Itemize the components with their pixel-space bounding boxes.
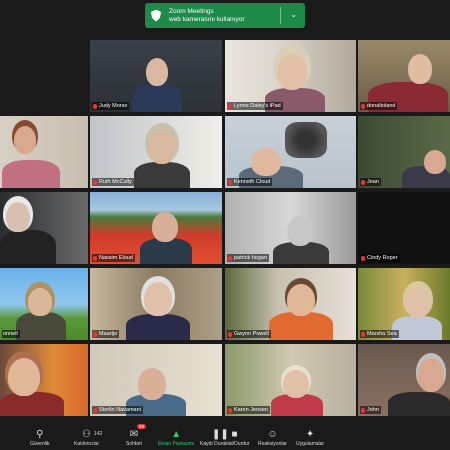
- participant-name: Cindy Roper: [367, 255, 398, 261]
- participant-name: donaltoland: [367, 103, 396, 109]
- video-tile[interactable]: Sterlin Navamani: [90, 344, 222, 416]
- video-tile[interactable]: Marsha Sea: [358, 268, 450, 340]
- participant-name: Karen Jensen: [234, 407, 268, 413]
- meeting-toolbar: ⚲ Güvenlik ⚇ Katılımcılar 142 ✉ Sohbet 9…: [0, 420, 450, 450]
- participant-name: Marsha Sea: [367, 331, 397, 337]
- participant-name: Gwynn Powell: [234, 331, 269, 337]
- reactions-button[interactable]: ☺ Reaksiyonlar: [258, 420, 287, 450]
- chat-unread-badge: 99: [137, 424, 147, 429]
- participant-name: patrick hogan: [234, 255, 268, 261]
- camera-usage-banner[interactable]: Zoom Meetings web kamerasını kullanıyor …: [145, 3, 305, 28]
- video-tile[interactable]: patrick hogan: [225, 192, 356, 264]
- video-tile[interactable]: Cindy Roper: [358, 192, 450, 264]
- participant-name: Judy Morse: [99, 103, 128, 109]
- record-button[interactable]: ❚❚ ■ Kaydı Duraklat/Durdur: [200, 420, 249, 450]
- video-tile[interactable]: onnell: [0, 268, 88, 340]
- participant-name: John: [367, 407, 379, 413]
- participant-name: onnell: [3, 331, 18, 337]
- chat-bubble-icon: ✉: [129, 429, 139, 440]
- video-tile[interactable]: Nassim Eloud: [90, 192, 222, 264]
- chevron-down-icon[interactable]: ⌄: [290, 10, 297, 19]
- people-icon: ⚇: [82, 429, 91, 440]
- video-grid: Judy Morse Lynne Daley's iPad donaltolan…: [0, 40, 450, 420]
- participant-name: Ruth McCully: [99, 179, 132, 185]
- video-tile[interactable]: donaltoland: [358, 40, 450, 112]
- video-tile[interactable]: Maartje: [90, 268, 222, 340]
- security-label: Güvenlik: [30, 441, 50, 447]
- apps-label: Uygulamalar: [296, 441, 325, 447]
- banner-app-name: Zoom Meetings: [169, 7, 214, 15]
- record-label: Kaydı Duraklat/Durdur: [200, 441, 250, 447]
- video-tile[interactable]: [0, 116, 88, 188]
- participants-label: Katılımcılar: [74, 441, 100, 447]
- chat-label: Sohbet: [126, 441, 142, 447]
- participant-name: Kenneth Cloud: [234, 179, 271, 185]
- participant-name: Maartje: [99, 331, 118, 337]
- video-tile[interactable]: John: [358, 344, 450, 416]
- share-screen-icon: ▲: [171, 429, 182, 440]
- video-tile[interactable]: Judy Morse: [90, 40, 222, 112]
- reactions-label: Reaksiyonlar: [258, 441, 287, 447]
- banner-status: web kamerasını kullanıyor: [169, 15, 245, 23]
- banner-divider: [280, 7, 281, 24]
- smiley-icon: ☺: [267, 429, 278, 440]
- security-button[interactable]: ⚲ Güvenlik: [30, 420, 49, 450]
- participant-name: Nassim Eloud: [99, 255, 133, 261]
- participant-name: Lynne Daley's iPad: [234, 103, 281, 109]
- video-tile[interactable]: [0, 344, 88, 416]
- shield-icon: [151, 9, 161, 22]
- video-tile[interactable]: [0, 40, 88, 112]
- apps-icon: ✦: [305, 429, 315, 440]
- share-screen-label: Ekran Paylaşımı: [158, 441, 195, 447]
- participant-name: Sterlin Navamani: [99, 407, 141, 413]
- video-tile[interactable]: [0, 192, 88, 264]
- video-tile[interactable]: Jean: [358, 116, 450, 188]
- video-tile[interactable]: Gwynn Powell: [225, 268, 356, 340]
- share-screen-button[interactable]: ▲ Ekran Paylaşımı: [158, 420, 194, 450]
- video-tile[interactable]: Kenneth Cloud: [225, 116, 356, 188]
- participants-count: 142: [94, 431, 103, 437]
- top-bar: Zoom Meetings web kamerasını kullanıyor …: [0, 0, 450, 40]
- apps-button[interactable]: ✦ Uygulamalar: [296, 420, 324, 450]
- video-tile[interactable]: Ruth McCully: [90, 116, 222, 188]
- video-tile[interactable]: Lynne Daley's iPad: [225, 40, 356, 112]
- video-tile[interactable]: Karen Jensen: [225, 344, 356, 416]
- shield-icon: ⚲: [36, 429, 44, 440]
- pause-record-icon: ❚❚ ■: [211, 429, 238, 440]
- participant-name: Jean: [367, 179, 379, 185]
